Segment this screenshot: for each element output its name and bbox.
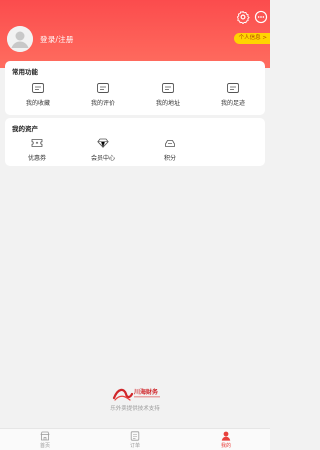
order-icon bbox=[130, 431, 140, 441]
points-icon bbox=[164, 138, 176, 148]
footprint-item[interactable]: 我的足迹 bbox=[208, 83, 258, 107]
address-item[interactable]: 我的地址 bbox=[143, 83, 193, 107]
reviews-icon bbox=[97, 83, 109, 93]
favorites-icon bbox=[32, 83, 44, 93]
favorites-item[interactable]: 我的收藏 bbox=[13, 83, 63, 107]
tech-support-text: 乐外卖提供技术支持 bbox=[110, 406, 160, 412]
section-title-common: 常用功能 bbox=[12, 68, 38, 76]
tab-orders[interactable]: 订单 bbox=[115, 431, 155, 449]
coupon-icon bbox=[31, 138, 43, 148]
coupon-label: 优惠券 bbox=[27, 155, 46, 162]
points-item[interactable]: 积分 bbox=[145, 138, 195, 162]
user-icon bbox=[221, 431, 231, 441]
tab-home[interactable]: 首页 bbox=[25, 431, 65, 449]
brand-name: 川海财务 bbox=[133, 388, 159, 396]
footprint-icon bbox=[227, 83, 239, 93]
bottom-tab-bar: 首页 订单 我的 bbox=[0, 428, 270, 450]
address-icon bbox=[162, 83, 174, 93]
tab-orders-label: 订单 bbox=[129, 443, 140, 449]
points-label: 积分 bbox=[163, 155, 176, 162]
diamond-icon bbox=[97, 138, 109, 148]
settings-icon[interactable] bbox=[236, 10, 250, 24]
address-label: 我的地址 bbox=[155, 100, 180, 107]
avatar[interactable] bbox=[7, 26, 33, 52]
reviews-item[interactable]: 我的评价 bbox=[78, 83, 128, 107]
tab-home-label: 首页 bbox=[39, 443, 50, 449]
favorites-label: 我的收藏 bbox=[25, 100, 50, 107]
message-icon[interactable] bbox=[254, 10, 268, 24]
profile-page: 登录/注册 个人信息 > 常用功能 我的收藏 我的评价 我的地址 我的足迹 我的… bbox=[0, 0, 270, 450]
coupon-item[interactable]: 优惠券 bbox=[12, 138, 62, 162]
member-center-label: 会员中心 bbox=[90, 155, 115, 162]
profile-info-badge[interactable]: 个人信息 > bbox=[233, 33, 270, 44]
common-functions-card: 常用功能 我的收藏 我的评价 我的地址 我的足迹 bbox=[5, 61, 265, 115]
section-title-assets: 我的资产 bbox=[12, 125, 38, 133]
footprint-label: 我的足迹 bbox=[220, 100, 245, 107]
brand-logo: 川海财务 bbox=[112, 384, 162, 404]
login-register-link[interactable]: 登录/注册 bbox=[40, 34, 74, 45]
store-icon bbox=[40, 431, 50, 441]
tab-mine-label: 我的 bbox=[220, 443, 231, 449]
member-center-item[interactable]: 会员中心 bbox=[78, 138, 128, 162]
profile-header: 登录/注册 个人信息 > bbox=[0, 0, 270, 68]
my-assets-card: 我的资产 优惠券 会员中心 积分 bbox=[5, 118, 265, 166]
tab-mine[interactable]: 我的 bbox=[206, 431, 246, 449]
reviews-label: 我的评价 bbox=[90, 100, 115, 107]
